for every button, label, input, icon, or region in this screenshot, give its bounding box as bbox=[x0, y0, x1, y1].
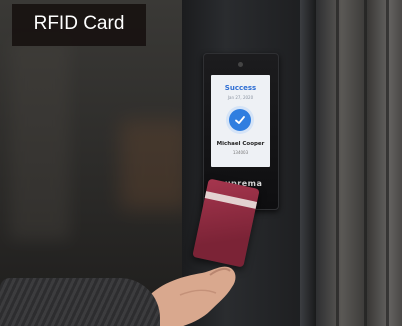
right-wall bbox=[316, 0, 402, 326]
date-text: Jan 27, 2020 bbox=[227, 95, 254, 100]
check-icon bbox=[229, 109, 251, 131]
caption-label: RFID Card bbox=[33, 13, 125, 34]
door-edge bbox=[300, 0, 316, 326]
jacket-sleeve bbox=[0, 278, 160, 326]
camera-icon bbox=[238, 62, 243, 67]
card-stripe bbox=[204, 191, 258, 209]
user-name: Michael Cooper bbox=[216, 141, 265, 147]
caption-box: RFID Card bbox=[12, 4, 146, 46]
reader-screen: Success Jan 27, 2020 Michael Cooper 1340… bbox=[211, 75, 270, 167]
user-id: 134003 bbox=[232, 150, 249, 155]
photo-scene: Success Jan 27, 2020 Michael Cooper 1340… bbox=[0, 0, 402, 326]
status-text: Success bbox=[224, 84, 257, 92]
